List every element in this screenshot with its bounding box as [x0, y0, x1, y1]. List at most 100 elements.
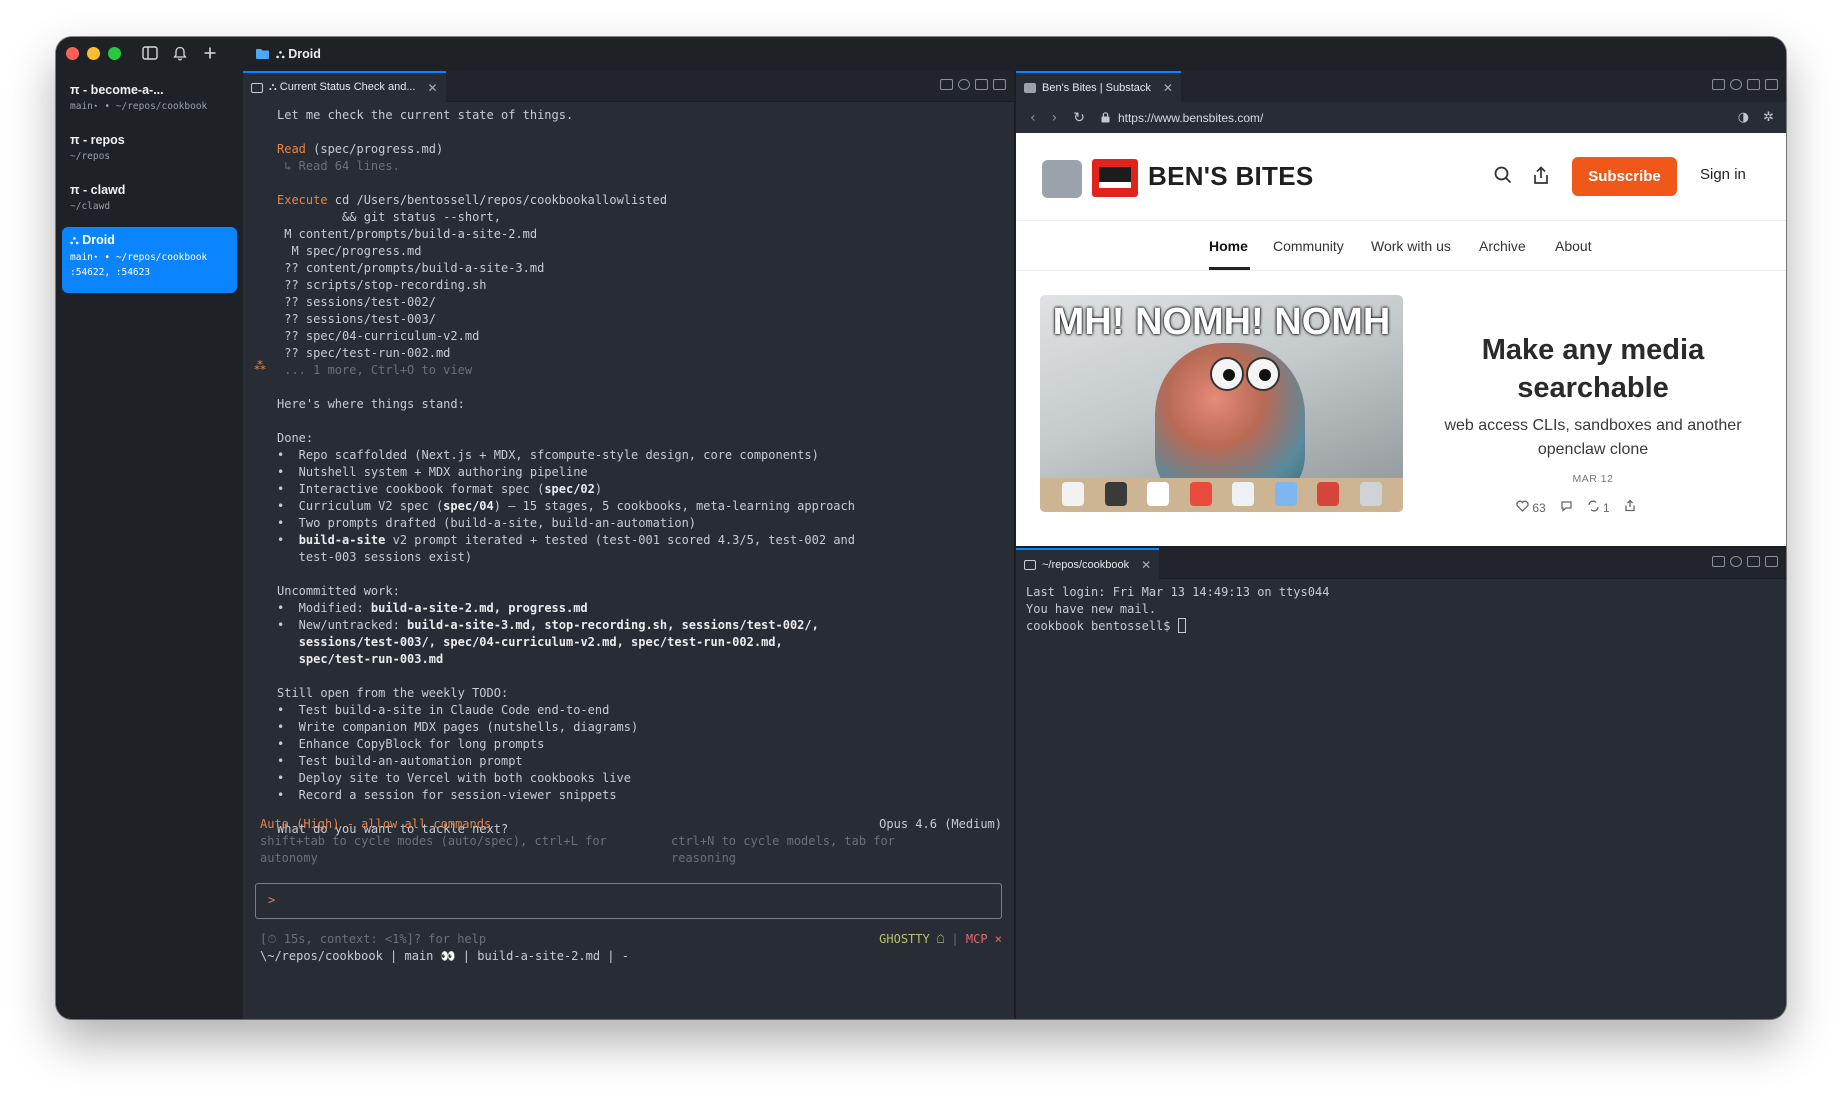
model-status: Opus 4.6 (Medium)	[879, 816, 1002, 833]
like-count: 63	[1532, 500, 1546, 515]
title-bar: ⛬ Droid	[243, 37, 1786, 71]
list-item: • Nutshell system + MDX authoring pipeli…	[277, 465, 588, 479]
sidebar: π - become-a-... main⋆ • ~/repos/cookboo…	[56, 37, 243, 1019]
split-horizontal-icon[interactable]	[1765, 79, 1778, 90]
shell-terminal-pane[interactable]: ~/repos/cookbook ✕ Last login: Fri Mar 1…	[1016, 548, 1786, 1019]
split-horizontal-icon[interactable]	[1765, 556, 1778, 567]
new-terminal-icon[interactable]	[1712, 79, 1725, 90]
split-vertical-icon[interactable]	[975, 79, 988, 90]
speaker-icon	[1359, 482, 1382, 506]
microphone-icon	[1317, 482, 1340, 506]
mode-hint: autonomy	[260, 851, 318, 865]
close-tab-icon[interactable]: ✕	[1163, 81, 1173, 95]
share-post-icon[interactable]	[1624, 499, 1636, 515]
extensions-icon[interactable]: ✲	[1763, 110, 1774, 125]
post-stats: 63 1	[1516, 499, 1636, 515]
pane-tools	[1712, 79, 1778, 90]
photo-icon	[1062, 482, 1084, 506]
prompt-caret: >	[268, 893, 276, 907]
nav-archive[interactable]: Archive	[1479, 238, 1526, 254]
publication-avatar[interactable]	[1042, 160, 1082, 198]
contrast-icon[interactable]: ◑	[1738, 110, 1749, 125]
play-icon	[1147, 482, 1170, 506]
model-hint: reasoning	[671, 851, 737, 865]
tab-current-status[interactable]: ⛬ Current Status Check and... ✕	[243, 71, 446, 102]
workspace-item[interactable]: π - repos ~/repos	[62, 127, 237, 167]
forward-icon[interactable]: ›	[1052, 110, 1058, 126]
close-tab-icon[interactable]: ✕	[428, 81, 438, 95]
workspace-title: ⛬ Droid	[70, 233, 115, 247]
sign-in-link[interactable]: Sign in	[1700, 166, 1746, 183]
workspace-title: π - become-a-...	[70, 83, 164, 97]
mcp-badge[interactable]: MCP ×	[966, 932, 1002, 946]
nav-about[interactable]: About	[1555, 238, 1592, 254]
split-vertical-icon[interactable]	[1747, 556, 1760, 567]
integration-status: GHOSTTY ☖ | MCP ×	[879, 932, 1002, 946]
bell-icon[interactable]	[170, 43, 190, 63]
workspace-subtitle: ~/repos	[70, 151, 111, 162]
split-horizontal-icon[interactable]	[993, 79, 1006, 90]
droid-terminal-pane[interactable]: ⛬ Current Status Check and... ✕ ⁂ Let me…	[243, 71, 1014, 1019]
workspace-item-active[interactable]: ⛬ Droid main⋆ • ~/repos/cookbook :54622,…	[62, 227, 237, 293]
workspace-subtitle: ~/clawd	[70, 201, 111, 212]
subscribe-button[interactable]: Subscribe	[1572, 157, 1677, 196]
favicon	[1024, 82, 1036, 93]
session-footer: [⏱ 15s, context: <1%]? for help \~/repos/…	[260, 931, 629, 965]
close-tab-icon[interactable]: ✕	[1141, 558, 1151, 572]
prompt-input[interactable]: >	[255, 883, 1002, 919]
workspace-list: π - become-a-... main⋆ • ~/repos/cookboo…	[62, 77, 237, 303]
output-line: Here's where things stand:	[277, 397, 465, 411]
browser-pane: Ben's Bites | Substack ✕ ‹ › ↻ https://w…	[1016, 71, 1786, 546]
post-hero-image[interactable]: MH! NOMH! NOMH	[1040, 295, 1403, 512]
add-workspace-icon[interactable]	[200, 43, 220, 63]
list-item: • Test build-an-automation prompt	[277, 754, 523, 768]
share-icon[interactable]	[1532, 166, 1550, 190]
shell-prompt[interactable]: cookbook bentossell$	[1026, 618, 1329, 635]
sidebar-toggle-icon[interactable]	[140, 43, 160, 63]
list-item: • Repo scaffolded (Next.js + MDX, sfcomp…	[277, 448, 819, 462]
post-title[interactable]: Make any media searchable	[1428, 331, 1758, 407]
list-item: • New/untracked: build-a-site-3.md, stop…	[277, 618, 819, 632]
git-status-line: M content/prompts/build-a-site-2.md	[277, 227, 538, 241]
site-name[interactable]: BEN'S BITES	[1148, 161, 1314, 192]
reload-icon[interactable]: ↻	[1073, 110, 1085, 126]
globe-icon[interactable]	[958, 79, 970, 90]
restack-button[interactable]: 1	[1587, 500, 1610, 515]
globe-icon[interactable]	[1730, 556, 1742, 567]
bens-bites-logo[interactable]	[1092, 159, 1138, 197]
git-status-line: ?? content/prompts/build-a-site-3.md	[277, 261, 545, 275]
list-item: • Record a session for session-viewer sn…	[277, 788, 617, 802]
comment-icon[interactable]	[1560, 500, 1573, 515]
nav-community[interactable]: Community	[1273, 238, 1344, 254]
tab-bens-bites[interactable]: Ben's Bites | Substack ✕	[1016, 71, 1181, 102]
output-line: Last login: Fri Mar 13 14:49:13 on ttys0…	[1026, 585, 1330, 599]
globe-icon[interactable]	[1730, 79, 1742, 90]
new-terminal-icon[interactable]	[940, 79, 953, 90]
post-date: MAR 12	[1572, 473, 1614, 485]
audio-wave-icon	[1274, 482, 1297, 506]
minimize-window-button[interactable]	[87, 47, 100, 60]
workspace-item[interactable]: π - clawd ~/clawd	[62, 177, 237, 217]
search-icon[interactable]	[1494, 166, 1512, 189]
restack-count: 1	[1603, 500, 1610, 515]
workspace-item[interactable]: π - become-a-... main⋆ • ~/repos/cookboo…	[62, 77, 237, 117]
output-line: && git status --short,	[277, 210, 501, 224]
terminal-icon	[251, 82, 263, 93]
url-field[interactable]: https://www.bensbites.com/	[1118, 111, 1263, 125]
back-icon[interactable]: ‹	[1030, 110, 1036, 126]
git-status-line: ?? scripts/stop-recording.sh	[277, 278, 487, 292]
git-status-line: ?? spec/04-curriculum-v2.md	[277, 329, 480, 343]
list-item: • Modified: build-a-site-2.md, progress.…	[277, 601, 588, 615]
tab-cookbook-shell[interactable]: ~/repos/cookbook ✕	[1016, 548, 1160, 579]
nav-work-with-us[interactable]: Work with us	[1371, 238, 1451, 254]
close-window-button[interactable]	[66, 47, 79, 60]
response-marker-icon: ⁂	[254, 359, 266, 373]
site-header: BEN'S BITES Subscribe Sign in	[1016, 133, 1786, 221]
zoom-window-button[interactable]	[108, 47, 121, 60]
split-vertical-icon[interactable]	[1747, 79, 1760, 90]
nav-home[interactable]: Home	[1209, 238, 1248, 254]
like-button[interactable]: 63	[1516, 500, 1546, 515]
restack-icon	[1588, 500, 1599, 511]
session-info: [⏱ 15s, context: <1%]? for help	[260, 932, 487, 946]
new-terminal-icon[interactable]	[1712, 556, 1725, 567]
